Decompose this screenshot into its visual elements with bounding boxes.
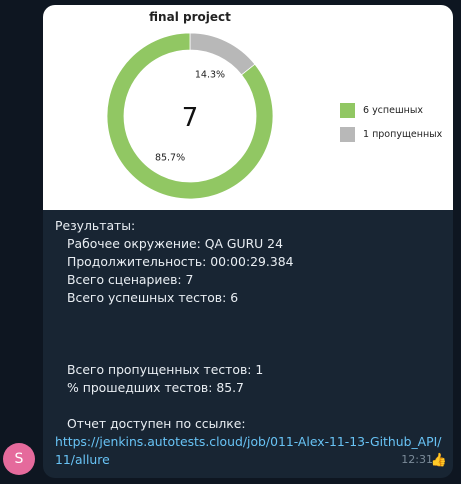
- total-scenarios-line: Всего сценариев: 7: [67, 272, 194, 287]
- results-text: Результаты: Рабочее окружение: QA GURU 2…: [55, 217, 445, 469]
- percent-passed-line: % прошедших тестов: 85.7: [67, 380, 244, 395]
- legend-label: 1 пропущенных: [363, 128, 443, 140]
- slice-label-passed: 85.7%: [155, 152, 185, 163]
- avatar[interactable]: S: [3, 443, 35, 475]
- chart-legend: 6 успешных 1 пропущенных: [340, 98, 442, 146]
- legend-item: 1 пропущенных: [340, 122, 442, 146]
- report-label: Отчет доступен по ссылке:: [67, 416, 246, 431]
- slice-label-skipped: 14.3%: [195, 70, 225, 81]
- center-total: 7: [182, 103, 199, 133]
- results-header: Результаты:: [55, 218, 136, 233]
- legend-item: 6 успешных: [340, 98, 442, 122]
- total-passed-line: Всего успешных тестов: 6: [67, 290, 239, 305]
- duration-line: Продолжительность: 00:00:29.384: [67, 254, 294, 269]
- chart-image[interactable]: final project 14.3% 85.7% 7 6 успешных 1 про…: [43, 5, 453, 210]
- legend-swatch: [340, 102, 355, 118]
- environment-line: Рабочее окружение: QA GURU 24: [67, 236, 283, 251]
- chart-title: final project: [149, 10, 231, 24]
- legend-label: 6 успешных: [363, 104, 423, 116]
- report-link[interactable]: https://jenkins.autotests.cloud/job/011-…: [55, 433, 445, 469]
- total-skipped-line: Всего пропущенных тестов: 1: [67, 362, 264, 377]
- legend-swatch: [340, 126, 355, 142]
- thumbs-up-icon[interactable]: 👍: [431, 453, 447, 468]
- message-bubble: final project 14.3% 85.7% 7 6 успешных 1 про…: [43, 5, 453, 478]
- message-time: 12:31: [401, 453, 433, 466]
